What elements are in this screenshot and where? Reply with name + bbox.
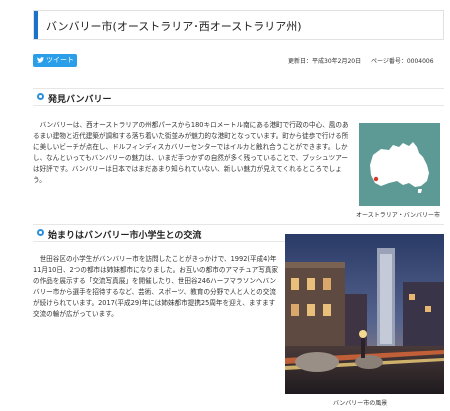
page-meta: 更新日：平成30年2月20日 ページ番号：0004006 — [288, 56, 434, 65]
section-circle-icon — [37, 93, 44, 100]
section1-text: バンバリーは、西オーストラリアの州都パースから180キロメートル南にある港町で行… — [33, 120, 351, 186]
photo-caption: バンバリー市の風景 — [333, 400, 388, 407]
page-number: ページ番号：0004006 — [370, 58, 434, 65]
section-circle-icon — [37, 229, 44, 236]
page-title: バンバリー市(オーストラリア･西オーストラリア州) — [46, 20, 302, 33]
title-accent-bar — [34, 11, 38, 39]
section2-text: 世田谷区の小学生がバンバリー市を訪問したことがきっかけで、1992(平成4)年1… — [33, 254, 279, 320]
twitter-bird-icon — [37, 57, 44, 63]
tweet-button[interactable]: ツイート — [33, 54, 77, 67]
updated-date: 更新日：平成30年2月20日 — [288, 58, 362, 65]
australia-map-icon — [359, 123, 440, 206]
section-heading-discover: 発見バンバリー — [33, 88, 444, 106]
section-title: 始まりはバンバリー市小学生との交流 — [48, 231, 202, 241]
city-photo-icon — [285, 234, 444, 394]
map-caption: オーストラリア・バンバリー市 — [356, 212, 441, 219]
tweet-label: ツイート — [46, 56, 74, 64]
section2-paragraph: 世田谷区の小学生がバンバリー市を訪問したことがきっかけで、1992(平成4)年1… — [33, 255, 279, 318]
australia-map-image — [359, 123, 440, 206]
section1-paragraph: バンバリーは、西オーストラリアの州都パースから180キロメートル南にある港町で行… — [33, 121, 349, 184]
page-title-box: バンバリー市(オーストラリア･西オーストラリア州) — [33, 10, 444, 40]
bunbury-night-photo — [285, 234, 444, 394]
section-title: 発見バンバリー — [48, 95, 112, 105]
